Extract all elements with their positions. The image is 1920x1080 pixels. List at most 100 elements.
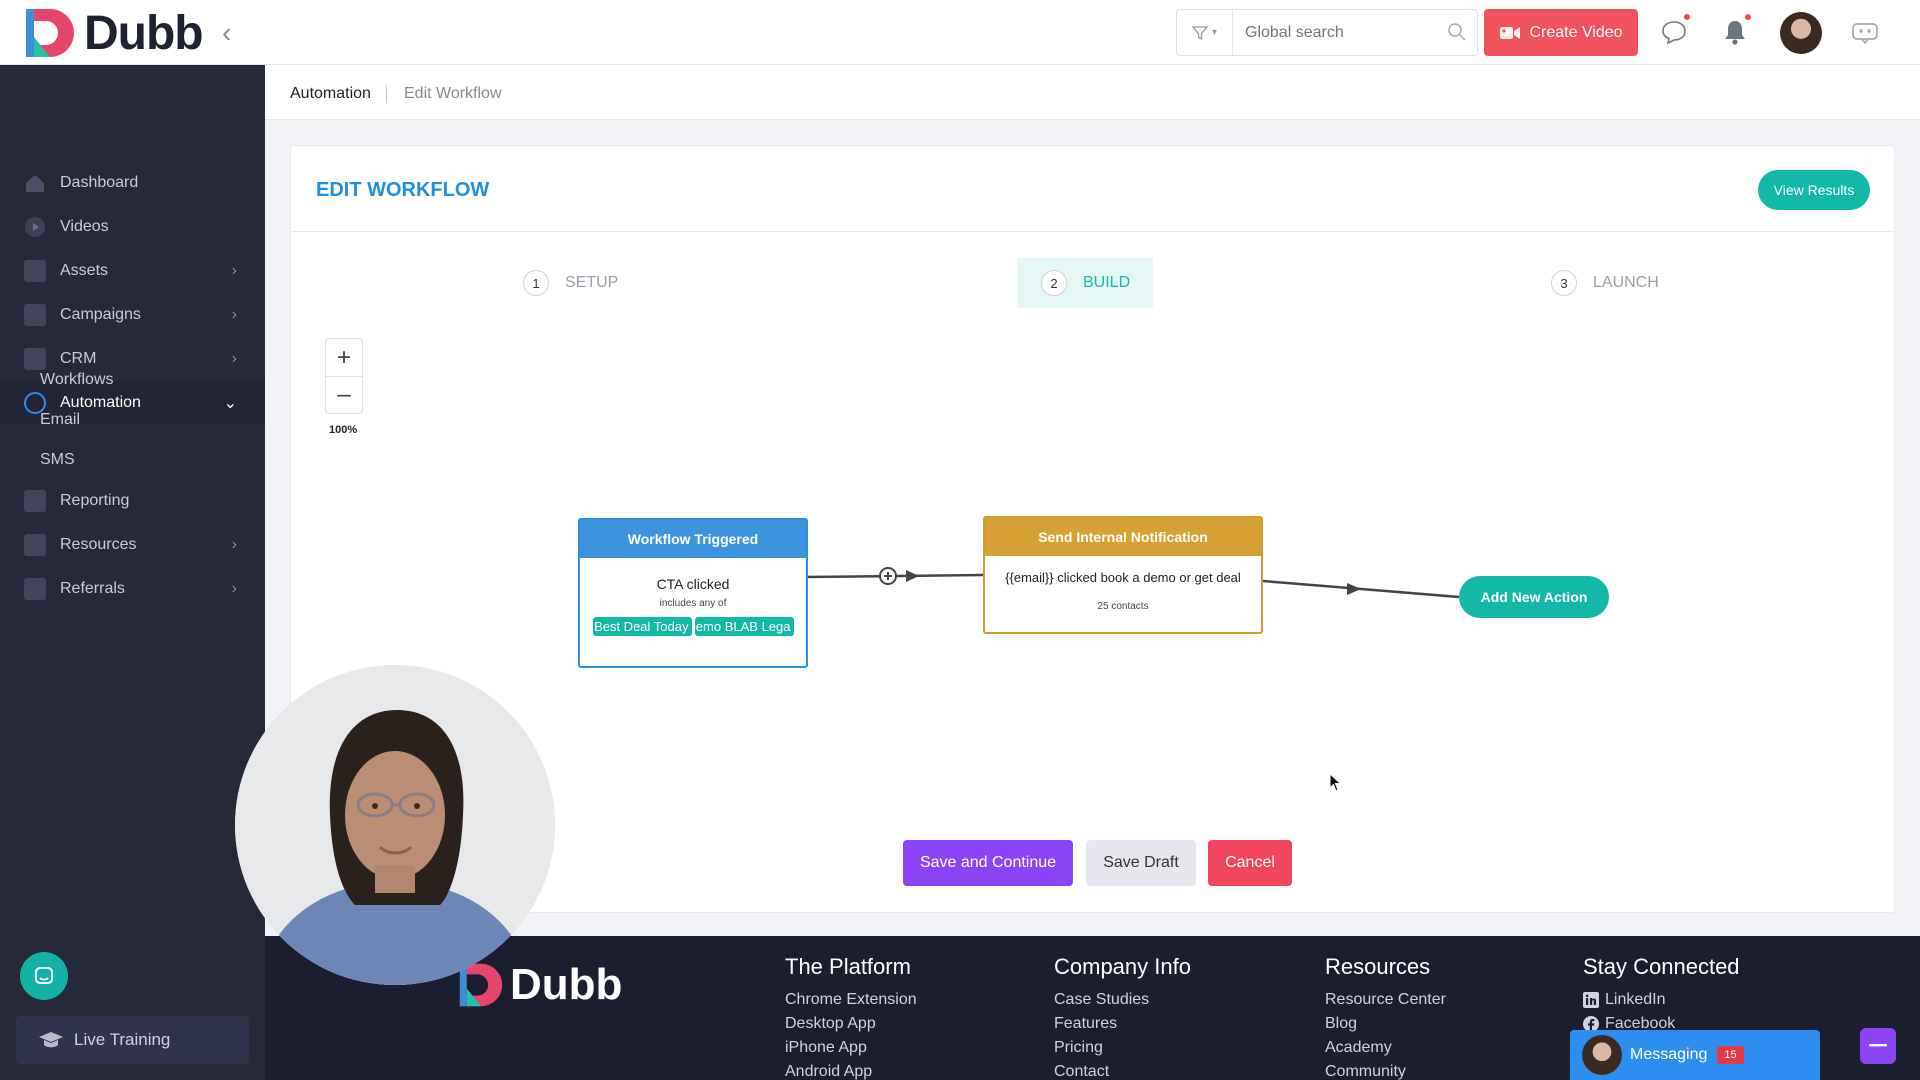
chat-icon bbox=[35, 967, 53, 984]
live-training-button[interactable]: Live Training bbox=[16, 1016, 249, 1064]
play-icon bbox=[25, 217, 45, 237]
sidebar-item-dashboard[interactable]: Dashboard bbox=[0, 161, 265, 205]
arrow-head-icon bbox=[1347, 583, 1361, 595]
footer-logo[interactable]: Dubb bbox=[458, 960, 622, 1010]
notification-contacts: 25 contacts bbox=[1097, 601, 1149, 612]
search-filter-dropdown[interactable]: ▾ bbox=[1177, 10, 1233, 55]
notification-unread-dot bbox=[1744, 13, 1752, 21]
footer-link[interactable]: Pricing bbox=[1054, 1036, 1191, 1060]
sidebar-item-label: Resources bbox=[60, 536, 137, 553]
footer-link[interactable]: Desktop App bbox=[785, 1012, 917, 1036]
save-draft-button[interactable]: Save Draft bbox=[1086, 840, 1196, 886]
chat-button[interactable] bbox=[1657, 13, 1691, 49]
assets-icon bbox=[24, 260, 46, 282]
sidebar-item-label: Dashboard bbox=[60, 174, 139, 191]
footer-column-company: Company Info Case Studies Features Prici… bbox=[1054, 954, 1191, 1080]
dubb-logo-mark bbox=[26, 9, 74, 57]
tag-chip[interactable]: Demo BLAB Lega bbox=[694, 617, 794, 636]
sidebar-item-referrals[interactable]: Referrals › bbox=[0, 567, 265, 611]
chevron-right-icon: › bbox=[231, 580, 237, 597]
workflow-trigger-node[interactable]: Workflow Triggered CTA clicked includes … bbox=[578, 518, 808, 668]
chat-unread-dot bbox=[1683, 13, 1691, 21]
graduation-cap-icon bbox=[39, 1032, 63, 1048]
footer-link[interactable]: Academy bbox=[1325, 1036, 1446, 1060]
mouse-cursor-icon bbox=[1329, 773, 1342, 792]
chevron-right-icon: › bbox=[231, 262, 237, 279]
footer-column-social: Stay Connected LinkedIn Facebook bbox=[1583, 954, 1740, 1036]
sidebar: Dashboard Videos Assets › Campaigns › CR… bbox=[0, 65, 265, 1080]
sidebar-item-assets[interactable]: Assets › bbox=[0, 249, 265, 293]
logo-text: Dubb bbox=[84, 6, 204, 60]
trigger-tags: Best Deal Today Demo BLAB Lega bbox=[580, 617, 806, 636]
footer-link-linkedin[interactable]: LinkedIn bbox=[1583, 988, 1740, 1012]
sidebar-item-reporting[interactable]: Reporting bbox=[0, 479, 265, 523]
sidebar-item-videos[interactable]: Videos bbox=[0, 205, 265, 249]
footer-link[interactable]: Community bbox=[1325, 1060, 1446, 1080]
breadcrumb-automation[interactable]: Automation bbox=[290, 85, 371, 103]
minus-icon bbox=[1869, 1044, 1887, 1047]
footer-column-title: Company Info bbox=[1054, 954, 1191, 979]
linkedin-icon bbox=[1583, 992, 1599, 1008]
resources-icon bbox=[24, 534, 46, 556]
collapse-sidebar-icon[interactable]: ‹ bbox=[222, 17, 231, 49]
chat-icon bbox=[1662, 21, 1686, 45]
minimize-chat-button[interactable] bbox=[1860, 1028, 1896, 1064]
messaging-count-badge: 15 bbox=[1717, 1046, 1744, 1064]
cancel-button[interactable]: Cancel bbox=[1208, 840, 1292, 886]
referrals-icon bbox=[24, 578, 46, 600]
sidebar-sub-email[interactable]: Email bbox=[40, 411, 80, 429]
presenter-video bbox=[235, 665, 555, 985]
send-notification-node[interactable]: Send Internal Notification {{email}} cli… bbox=[983, 516, 1263, 634]
footer-link[interactable]: Contact bbox=[1054, 1060, 1191, 1080]
arrow-head-icon bbox=[906, 570, 919, 582]
chevron-right-icon: › bbox=[231, 350, 237, 367]
footer-column-resources: Resources Resource Center Blog Academy C… bbox=[1325, 954, 1446, 1080]
footer-link[interactable]: Blog bbox=[1325, 1012, 1446, 1036]
footer-column-title: The Platform bbox=[785, 954, 911, 979]
add-new-action-button[interactable]: Add New Action bbox=[1459, 576, 1609, 618]
sidebar-item-campaigns[interactable]: Campaigns › bbox=[0, 293, 265, 337]
trigger-qualifier: includes any of bbox=[659, 598, 727, 609]
save-and-continue-button[interactable]: Save and Continue bbox=[903, 840, 1073, 886]
dubb-logo[interactable]: Dubb bbox=[24, 6, 204, 60]
campaign-icon bbox=[24, 304, 46, 326]
search-input[interactable] bbox=[1245, 23, 1445, 42]
footer-link[interactable]: Features bbox=[1054, 1012, 1191, 1036]
video-camera-icon bbox=[1500, 26, 1521, 39]
sidebar-item-label: Reporting bbox=[60, 492, 130, 509]
create-video-button[interactable]: Create Video bbox=[1484, 9, 1638, 56]
home-icon bbox=[26, 175, 44, 192]
footer-link[interactable]: Case Studies bbox=[1054, 988, 1191, 1012]
chevron-right-icon: › bbox=[231, 536, 237, 553]
footer-column-title: Resources bbox=[1325, 954, 1431, 979]
support-chat-button[interactable] bbox=[20, 952, 68, 1000]
create-video-label: Create Video bbox=[1529, 23, 1623, 41]
trigger-event: CTA clicked bbox=[656, 576, 730, 592]
sidebar-item-label: Assets bbox=[60, 262, 109, 279]
messaging-avatar bbox=[1582, 1035, 1622, 1075]
sidebar-sub-sms[interactable]: SMS bbox=[40, 451, 75, 469]
sidebar-item-label: Referrals bbox=[60, 580, 125, 597]
sidebar-item-resources[interactable]: Resources › bbox=[0, 523, 265, 567]
tag-chip[interactable]: Best Deal Today bbox=[592, 617, 692, 636]
breadcrumb: Automation Edit Workflow bbox=[265, 65, 1920, 120]
search-icon[interactable] bbox=[1447, 22, 1467, 42]
footer-link[interactable]: Android App bbox=[785, 1060, 917, 1080]
footer-link[interactable]: Resource Center bbox=[1325, 988, 1446, 1012]
assistant-button[interactable] bbox=[1848, 15, 1882, 49]
presenter-webcam-overlay[interactable] bbox=[235, 665, 555, 985]
sidebar-item-label: Campaigns bbox=[60, 306, 141, 323]
reporting-icon bbox=[24, 490, 46, 512]
footer-link[interactable]: Chrome Extension bbox=[785, 988, 917, 1012]
global-search[interactable]: ▾ bbox=[1176, 9, 1478, 56]
sidebar-item-label: CRM bbox=[60, 350, 97, 367]
user-avatar[interactable] bbox=[1780, 12, 1822, 54]
footer-link[interactable]: iPhone App bbox=[785, 1036, 917, 1060]
messaging-widget[interactable]: Messaging 15 bbox=[1570, 1030, 1820, 1080]
sidebar-item-label: Automation bbox=[60, 394, 141, 411]
notifications-button[interactable] bbox=[1718, 13, 1752, 49]
chevron-down-icon: ⌄ bbox=[223, 395, 237, 412]
sidebar-item-label: Videos bbox=[60, 218, 109, 235]
sidebar-sub-workflows[interactable]: Workflows bbox=[40, 371, 114, 389]
bell-icon bbox=[1725, 21, 1745, 45]
